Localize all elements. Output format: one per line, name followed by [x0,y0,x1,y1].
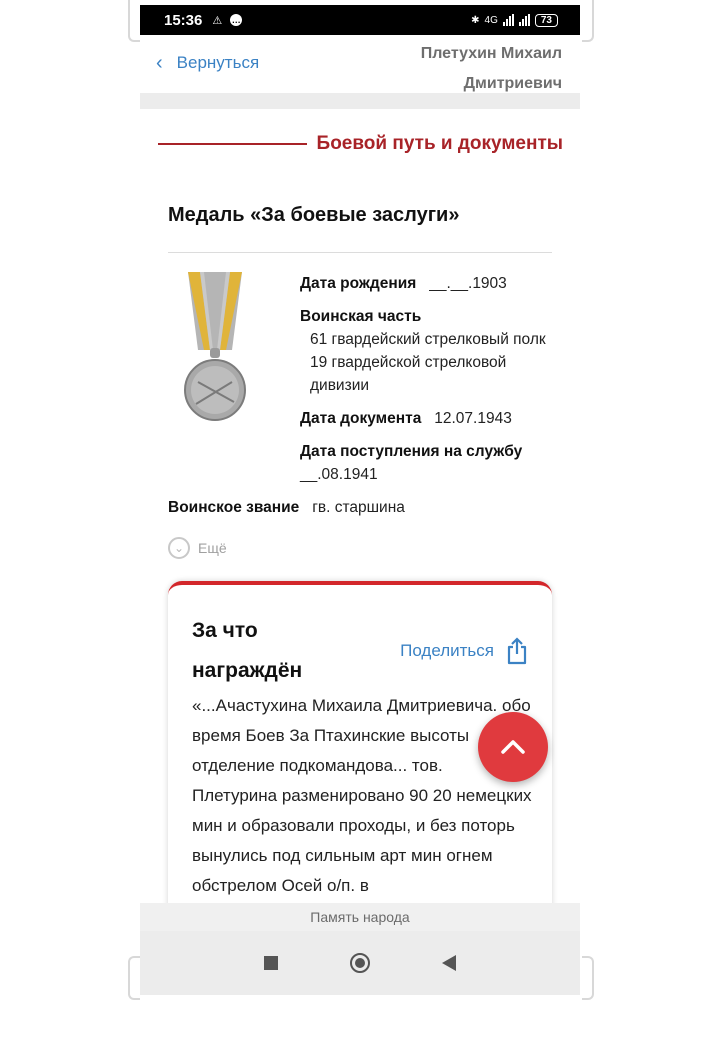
android-nav-bar [140,931,580,995]
status-time: 15:36 [164,11,203,29]
divider [168,252,552,253]
bluetooth-icon: ✱ [471,14,480,26]
chevron-left-icon: ‹ [156,52,163,74]
frame-corner-top-right [582,0,594,42]
recent-apps-icon[interactable] [264,956,278,970]
warning-icon: ⚠ [212,14,223,27]
chevron-down-icon: ⌄ [168,537,190,559]
battery-icon: 73 [534,13,558,27]
network-label: 4G [484,14,498,26]
unit-value: 61 гвардейский стрелковый полк 19 гварде… [310,331,546,394]
doc-date-label: Дата документа [300,410,422,427]
award-title: Медаль «За боевые заслуги» [168,204,460,226]
phone-screen: 15:36 ⚠ … ✱ 4G 73 ‹ Вернуться Плетухин М… [140,0,580,995]
rank-value: гв. старшина [312,499,405,516]
status-icons: ✱ 4G 73 [471,13,558,27]
chevron-up-icon [501,740,525,754]
frame-corner-top-left [128,0,140,42]
share-label: Поделиться [400,641,494,660]
scroll-top-button[interactable] [478,712,548,782]
service-start-label: Дата поступления на службу [300,443,523,460]
back-label: Вернуться [176,53,260,72]
frame-corner-bottom-right [582,956,594,1000]
frame-corner-bottom-left [128,956,140,1000]
more-label: Ещё [198,540,227,556]
rank-label: Воинское звание [168,499,300,516]
header-separator [140,93,580,109]
section-heading: Боевой путь и документы [158,133,563,155]
browser-footer: Память народа [140,903,580,931]
person-name: Плетухин Михаил Дмитриевич [421,39,562,99]
birth-date-value: __.__.1903 [429,275,507,292]
share-button[interactable]: Поделиться [400,637,528,665]
signal-icon-2 [518,14,530,26]
rank-row: Воинское звание гв. старшина [168,496,405,519]
chat-icon: … [230,14,243,26]
signal-icon [502,14,514,26]
app-header: ‹ Вернуться Плетухин Михаил Дмитриевич [140,35,580,93]
award-reason-text: «...Ачастухина Михаила Дмитриевича. обо … [192,696,532,895]
home-icon[interactable] [350,953,370,973]
back-button[interactable]: ‹ Вернуться [156,53,259,73]
doc-date-value: 12.07.1943 [434,410,512,427]
more-button[interactable]: ⌄ Ещё [168,537,227,559]
card-title: За что награждён [192,619,303,682]
share-icon [507,637,527,665]
section-rule [158,143,307,145]
service-start-value: __.08.1941 [300,466,378,483]
back-icon[interactable] [442,955,456,971]
unit-label: Воинская часть [300,308,422,325]
section-title: Боевой путь и документы [316,133,563,154]
status-bar: 15:36 ⚠ … ✱ 4G 73 [140,5,580,35]
person-name-line1: Плетухин Михаил [420,45,562,62]
award-details: Дата рождения __.__.1903 Воинская часть … [300,272,550,496]
medal-image[interactable] [170,272,260,424]
birth-date-label: Дата рождения [300,275,417,292]
